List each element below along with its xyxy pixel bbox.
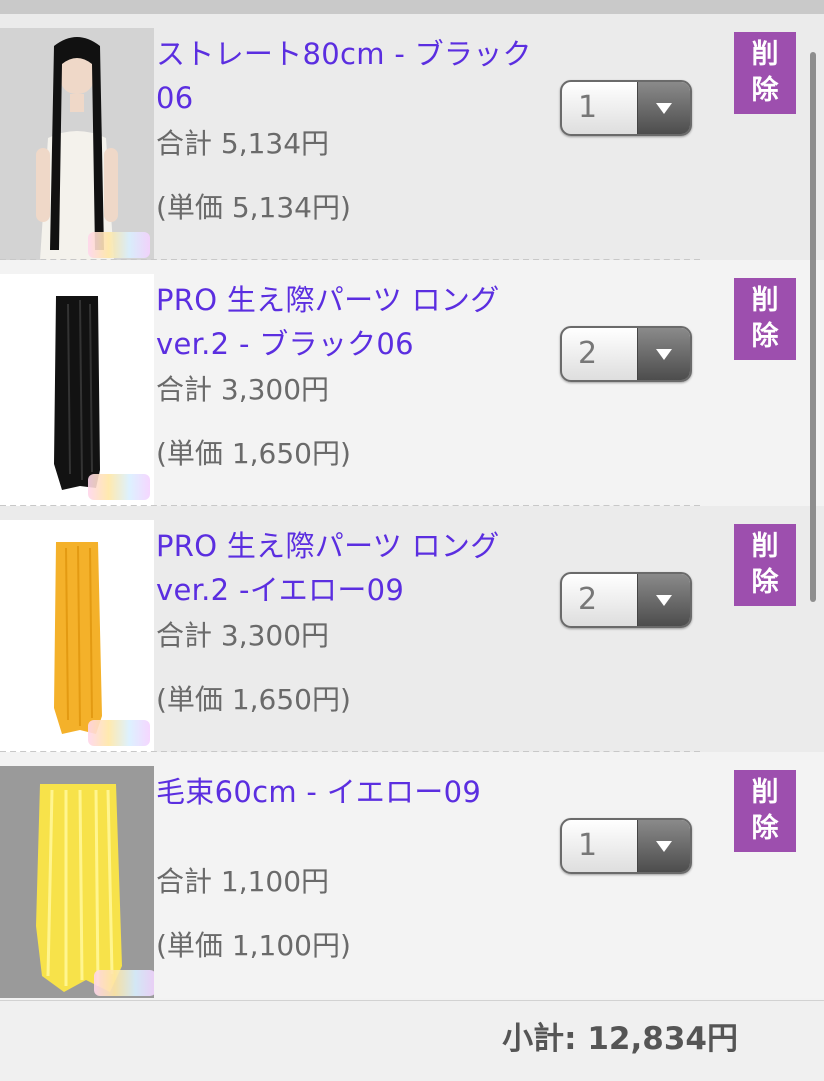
cart-item: ストレート80cm - ブラック06 合計 5,134円 (単価 5,134円)… [0,14,824,260]
cart-item: PRO 生え際パーツ ロング ver.2 - ブラック06 合計 3,300円 … [0,260,824,506]
dropdown-arrow-icon[interactable] [637,820,690,872]
quantity-value: 1 [578,90,598,125]
item-total: 合計 3,300円 [156,619,330,652]
delete-button[interactable]: 削除 [734,32,796,114]
product-name-link[interactable]: PRO 生え際パーツ ロング ver.2 -イエロー09 [156,524,556,612]
product-name-link[interactable]: ストレート80cm - ブラック06 [156,32,556,120]
delete-button[interactable]: 削除 [734,770,796,852]
dropdown-arrow-icon[interactable] [637,328,690,380]
scrollbar[interactable] [810,52,816,602]
subtotal: 小計: 12,834円 [502,1021,738,1057]
unit-price: (単価 1,100円) [156,929,351,962]
product-image[interactable] [0,766,154,998]
unit-price: (単価 1,650円) [156,437,351,470]
cart-footer: 小計: 12,834円 [0,1000,824,1081]
quantity-select[interactable]: 1 [560,818,692,874]
quantity-value: 2 [578,582,598,617]
dropdown-arrow-icon[interactable] [637,574,690,626]
quantity-select[interactable]: 1 [560,80,692,136]
quantity-select[interactable]: 2 [560,572,692,628]
cart-item: PRO 生え際パーツ ロング ver.2 -イエロー09 合計 3,300円 (… [0,506,824,752]
item-total: 合計 3,300円 [156,373,330,406]
product-image[interactable] [0,274,154,506]
delete-button[interactable]: 削除 [734,278,796,360]
product-name-link[interactable]: PRO 生え際パーツ ロング ver.2 - ブラック06 [156,278,556,366]
unit-price: (単価 1,650円) [156,683,351,716]
product-image[interactable] [0,28,154,260]
item-total: 合計 1,100円 [156,865,330,898]
product-image[interactable] [0,520,154,752]
delete-button[interactable]: 削除 [734,524,796,606]
product-name-link[interactable]: 毛束60cm - イエロー09 [156,770,496,814]
unit-price: (単価 5,134円) [156,191,351,224]
dropdown-arrow-icon[interactable] [637,82,690,134]
quantity-value: 2 [578,336,598,371]
item-total: 合計 5,134円 [156,127,330,160]
cart-item: 毛束60cm - イエロー09 合計 1,100円 (単価 1,100円) 1 … [0,752,824,998]
quantity-value: 1 [578,828,598,863]
top-bar [0,0,824,14]
quantity-select[interactable]: 2 [560,326,692,382]
